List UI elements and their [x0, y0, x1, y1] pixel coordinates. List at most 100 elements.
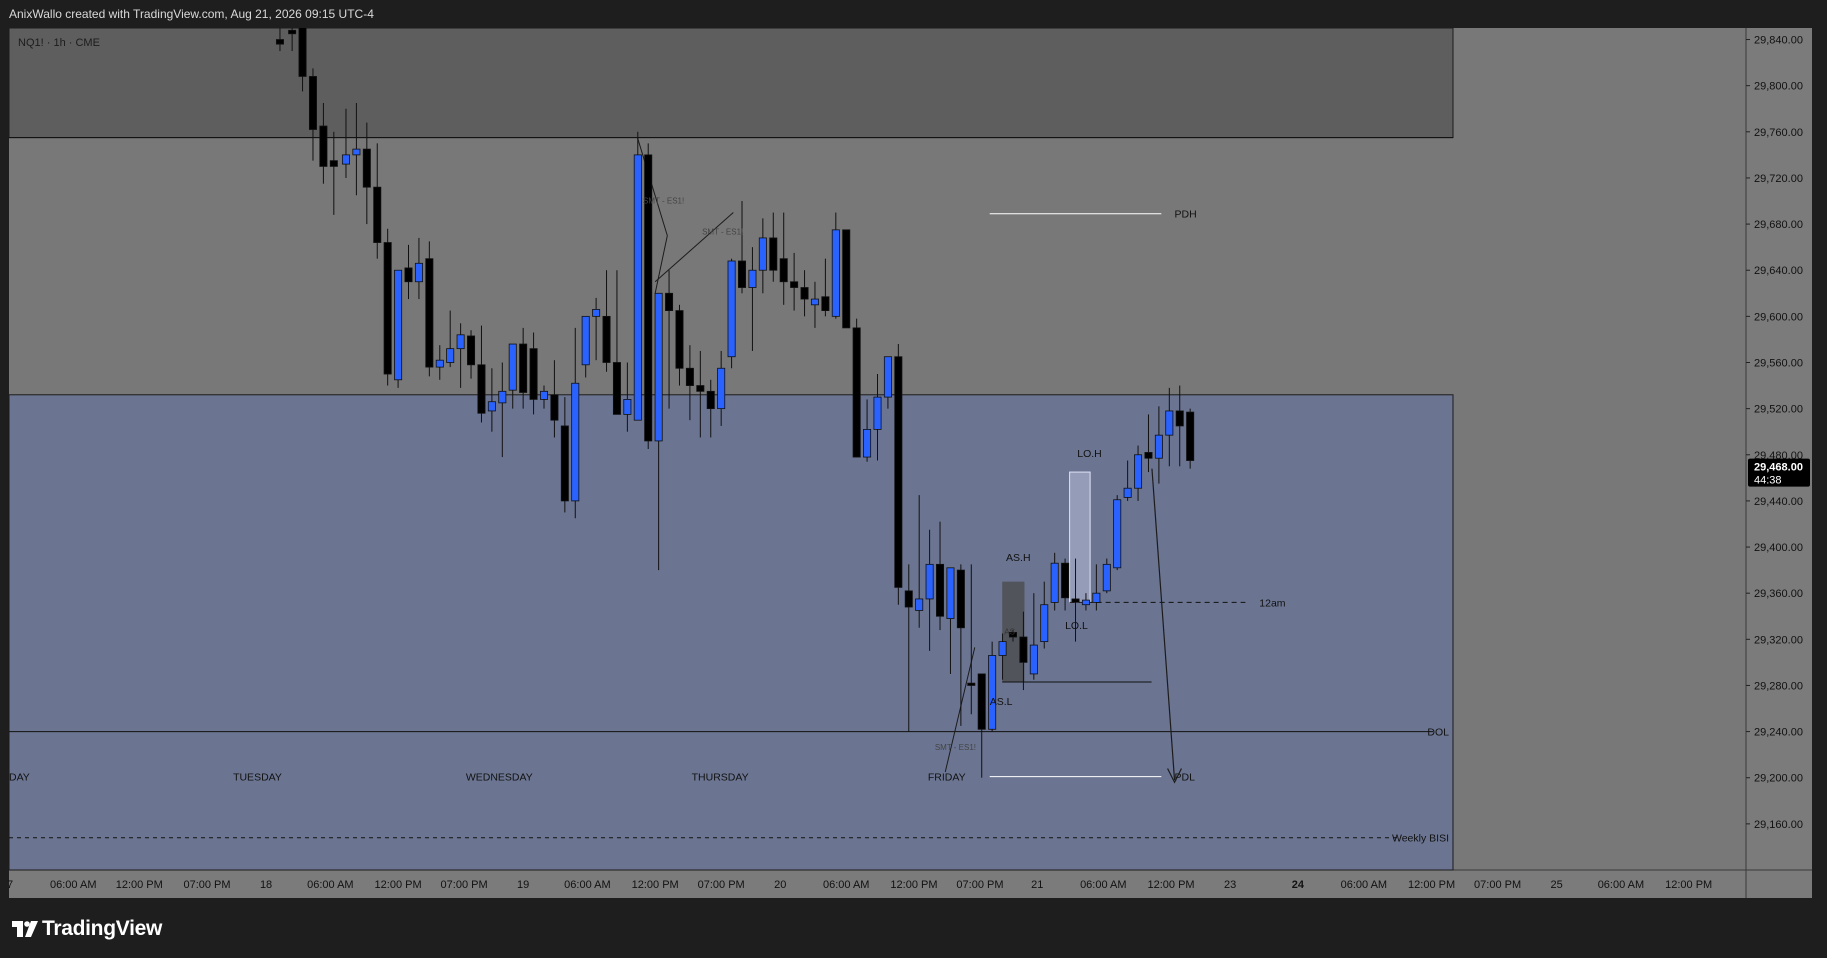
- candle-body: [748, 269, 757, 288]
- candle-body: [352, 148, 361, 156]
- candle-body: [288, 29, 297, 35]
- annotation-label: SMT - ES1!: [935, 743, 976, 752]
- tradingview-logo[interactable]: TradingView: [12, 917, 162, 941]
- candle-body: [362, 148, 371, 188]
- candle-body: [456, 334, 465, 350]
- price-tick-label: 29,400.00: [1754, 542, 1803, 554]
- price-tick-label: 29,440.00: [1754, 496, 1803, 508]
- candle-body: [956, 569, 965, 629]
- candle-body: [988, 655, 997, 730]
- candle-body: [790, 281, 799, 288]
- bar-countdown: 44:38: [1754, 475, 1782, 487]
- candle-body: [341, 154, 350, 165]
- candle-body: [1050, 562, 1059, 603]
- candle-body: [883, 356, 892, 398]
- candle-body: [977, 673, 986, 730]
- candle: [383, 228, 392, 386]
- candle-body: [1029, 644, 1038, 675]
- time-tick-label: 12:00 PM: [375, 879, 422, 891]
- candle-body: [308, 76, 317, 130]
- candle-body: [936, 563, 945, 617]
- candle-body: [946, 567, 955, 619]
- time-tick-label: 06:00 AM: [50, 879, 96, 891]
- annotation-label: AS.L: [990, 696, 1013, 708]
- candle-body: [894, 356, 903, 588]
- time-tick-label: 20: [774, 879, 786, 891]
- pdh-level-label: PDH: [1175, 209, 1197, 221]
- price-tick-label: 29,160.00: [1754, 819, 1803, 831]
- candle-body: [810, 298, 819, 306]
- symbol-label: NQ1! · 1h · CME: [18, 37, 100, 49]
- price-tick-label: 29,520.00: [1754, 404, 1803, 416]
- time-tick-label: 12:00 PM: [1408, 879, 1455, 891]
- time-tick-label: 07:00 PM: [1474, 879, 1521, 891]
- candle-body: [1102, 563, 1111, 592]
- candle-body: [727, 260, 736, 358]
- candle-body: [394, 269, 403, 381]
- candle-body: [800, 287, 809, 300]
- midnight-open-level-label: 12am: [1259, 597, 1286, 609]
- candle-body: [967, 682, 976, 686]
- day-label: THURSDAY: [692, 772, 749, 784]
- candle: [852, 318, 861, 458]
- candle-body: [863, 428, 872, 458]
- price-tick-label: 29,320.00: [1754, 634, 1803, 646]
- time-tick-label: 12:00 PM: [632, 879, 679, 891]
- time-tick-label: 19: [517, 879, 529, 891]
- candle-body: [560, 425, 569, 502]
- candle-body: [414, 262, 423, 283]
- candle-body: [925, 563, 934, 600]
- price-tick-label: 29,560.00: [1754, 357, 1803, 369]
- candle-body: [508, 343, 517, 391]
- price-tick-label: 29,840.00: [1754, 35, 1803, 47]
- price-tick-label: 29,600.00: [1754, 311, 1803, 323]
- candle-body: [717, 367, 726, 410]
- candle-body: [1175, 410, 1184, 427]
- candle: [727, 258, 736, 369]
- pdl-level-label: PDL: [1175, 772, 1196, 784]
- annotation-label: LO.L: [1065, 620, 1088, 632]
- day-label: TUESDAY: [233, 772, 282, 784]
- time-tick-label: 12:00 PM: [1665, 879, 1712, 891]
- day-label: WEDNESDAY: [466, 772, 533, 784]
- time-tick-label: 07:00 PM: [956, 879, 1003, 891]
- candle-body: [1081, 599, 1090, 606]
- time-tick-label: 7: [7, 879, 13, 891]
- candle-body: [1144, 452, 1153, 459]
- time-tick-label: 06:00 AM: [823, 879, 869, 891]
- candle-body: [831, 229, 840, 317]
- candle: [633, 131, 642, 421]
- candle-body: [696, 385, 705, 392]
- candle-body: [602, 315, 611, 363]
- price-tick-label: 29,360.00: [1754, 588, 1803, 600]
- annotation-label: AS: [1004, 628, 1015, 637]
- candle-body: [665, 292, 674, 311]
- discount-zone: [8, 394, 1454, 871]
- candle-body: [706, 390, 715, 410]
- candle-body: [633, 154, 642, 421]
- annotation-label: SMT - ES1!: [643, 196, 684, 205]
- time-tick-label: 23: [1224, 879, 1236, 891]
- candle-body: [821, 296, 830, 311]
- candle-body: [1134, 454, 1143, 489]
- candle-body: [275, 39, 284, 45]
- chart-area[interactable]: PDH PDL 12am DOL Weekly BISI SMT - ES1! SMT -…: [0, 28, 1827, 898]
- candle-body: [383, 242, 392, 375]
- dol-level-label: DOL: [1427, 727, 1449, 739]
- candle-body: [685, 367, 694, 386]
- price-tick-label: 29,760.00: [1754, 127, 1803, 139]
- weekly-bisi-level-label: Weekly BISI: [1392, 833, 1449, 845]
- header-caption: AnixWallo created with TradingView.com, …: [9, 7, 374, 21]
- candle-body: [1071, 598, 1080, 603]
- time-tick-label: 06:00 AM: [564, 879, 610, 891]
- time-tick-label: 18: [260, 879, 272, 891]
- left-frame: [0, 28, 9, 898]
- candle: [842, 229, 851, 329]
- footer: TradingView: [0, 898, 1827, 958]
- time-tick-label: 21: [1031, 879, 1043, 891]
- candle-body: [998, 641, 1007, 656]
- candle: [894, 344, 903, 605]
- candle-body: [446, 348, 455, 363]
- candle-body: [498, 390, 507, 404]
- candle-body: [467, 335, 476, 366]
